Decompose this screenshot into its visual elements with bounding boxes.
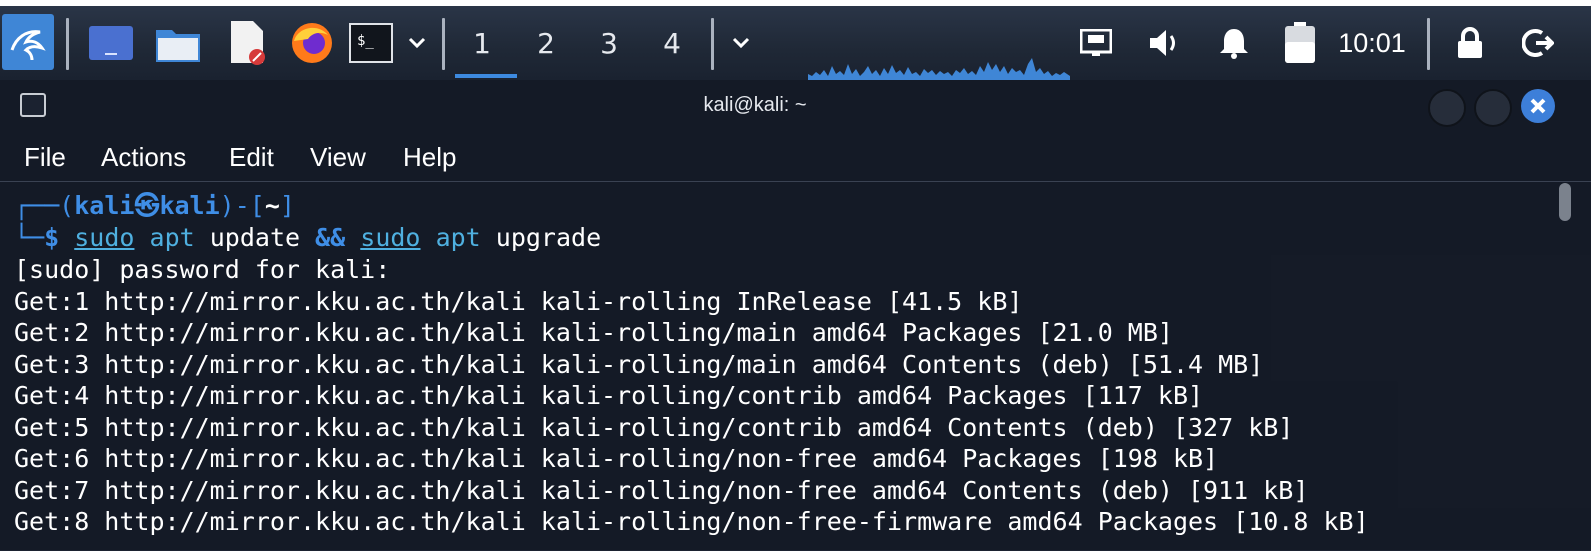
- command-sudo: sudo: [74, 223, 135, 252]
- prompt-host: kali: [159, 191, 220, 220]
- lock-icon[interactable]: [1452, 18, 1488, 68]
- taskbar-separator: [711, 18, 714, 70]
- menu-bar: File Actions Edit View Help: [0, 134, 1591, 182]
- taskbar-separator: [1427, 18, 1430, 70]
- menu-actions[interactable]: Actions: [101, 142, 186, 173]
- taskbar: $_ 1 2 3 4 10:01: [0, 0, 1591, 80]
- output-line: Get:7 http://mirror.kku.ac.th/kali kali-…: [14, 476, 1309, 505]
- terminal-output[interactable]: ┌──(kali㉿kali)-[~] └─$ sudo apt update &…: [0, 181, 1591, 551]
- output-line: Get:3 http://mirror.kku.ac.th/kali kali-…: [14, 350, 1264, 379]
- menu-view[interactable]: View: [310, 142, 366, 173]
- output-line: Get:8 http://mirror.kku.ac.th/kali kali-…: [14, 507, 1369, 536]
- text-editor-icon[interactable]: [224, 18, 270, 68]
- workspace-3[interactable]: 3: [589, 18, 629, 68]
- chevron-down-icon[interactable]: [404, 18, 430, 68]
- prompt-line-top: ┌──(kali㉿kali)-[~]: [14, 190, 295, 222]
- menu-edit[interactable]: Edit: [229, 142, 274, 173]
- command-operator: &&: [315, 223, 346, 252]
- menu-help[interactable]: Help: [403, 142, 456, 173]
- command-apt: apt: [149, 223, 195, 252]
- kali-menu-icon[interactable]: [2, 14, 54, 70]
- prompt-dollar: $: [44, 223, 60, 252]
- firefox-icon[interactable]: [289, 18, 335, 68]
- files-icon[interactable]: [155, 18, 201, 68]
- command-apt: apt: [435, 223, 481, 252]
- terminal-icon[interactable]: $_: [348, 18, 394, 68]
- workspace-1[interactable]: 1: [462, 18, 502, 68]
- scrollbar-thumb[interactable]: [1559, 183, 1571, 221]
- prompt-at: ㉿: [134, 191, 160, 220]
- volume-icon[interactable]: [1147, 18, 1183, 68]
- svg-text:$_: $_: [357, 33, 374, 49]
- notifications-icon[interactable]: [1216, 18, 1252, 68]
- cpu-graph: [808, 58, 1070, 80]
- terminal-window: kali@kali: ~ File Actions Edit View Help…: [0, 80, 1591, 550]
- close-button[interactable]: [1521, 89, 1555, 123]
- output-line: Get:6 http://mirror.kku.ac.th/kali kali-…: [14, 444, 1219, 473]
- window-title: kali@kali: ~: [703, 94, 807, 116]
- maximize-button[interactable]: [1474, 89, 1512, 127]
- output-line: [sudo] password for kali:: [14, 255, 391, 284]
- prompt-user: kali: [74, 191, 135, 220]
- prompt-path: ~: [264, 191, 280, 220]
- command-sudo: sudo: [360, 223, 421, 252]
- show-desktop-icon[interactable]: [88, 18, 134, 68]
- command-arg: upgrade: [495, 223, 602, 252]
- prompt-bracket: )-[: [219, 191, 265, 220]
- menu-file[interactable]: File: [24, 142, 66, 173]
- network-icon[interactable]: [1078, 18, 1114, 68]
- taskbar-separator: [66, 18, 69, 70]
- output-line: Get:4 http://mirror.kku.ac.th/kali kali-…: [14, 381, 1204, 410]
- command-arg: update: [209, 223, 301, 252]
- minimize-button[interactable]: [1428, 89, 1466, 127]
- battery-icon[interactable]: [1282, 18, 1318, 68]
- output-line: Get:1 http://mirror.kku.ac.th/kali kali-…: [14, 287, 1023, 316]
- output-line: Get:5 http://mirror.kku.ac.th/kali kali-…: [14, 413, 1294, 442]
- close-icon: [1530, 98, 1546, 114]
- title-bar[interactable]: kali@kali: ~: [0, 80, 1591, 134]
- output-line: Get:2 http://mirror.kku.ac.th/kali kali-…: [14, 318, 1173, 347]
- prompt-bracket: ]: [279, 191, 295, 220]
- active-workspace-indicator: [455, 74, 517, 78]
- chevron-down-icon[interactable]: [728, 18, 754, 68]
- clock[interactable]: 10:01: [1334, 18, 1410, 68]
- logout-icon[interactable]: [1520, 18, 1556, 68]
- prompt-corner: ┌──(: [14, 191, 75, 220]
- taskbar-separator: [442, 18, 445, 70]
- workspace-2[interactable]: 2: [526, 18, 566, 68]
- command-line: └─$ sudo apt update && sudo apt upgrade: [14, 222, 601, 254]
- workspace-4[interactable]: 4: [652, 18, 692, 68]
- prompt-corner: └─: [14, 223, 45, 252]
